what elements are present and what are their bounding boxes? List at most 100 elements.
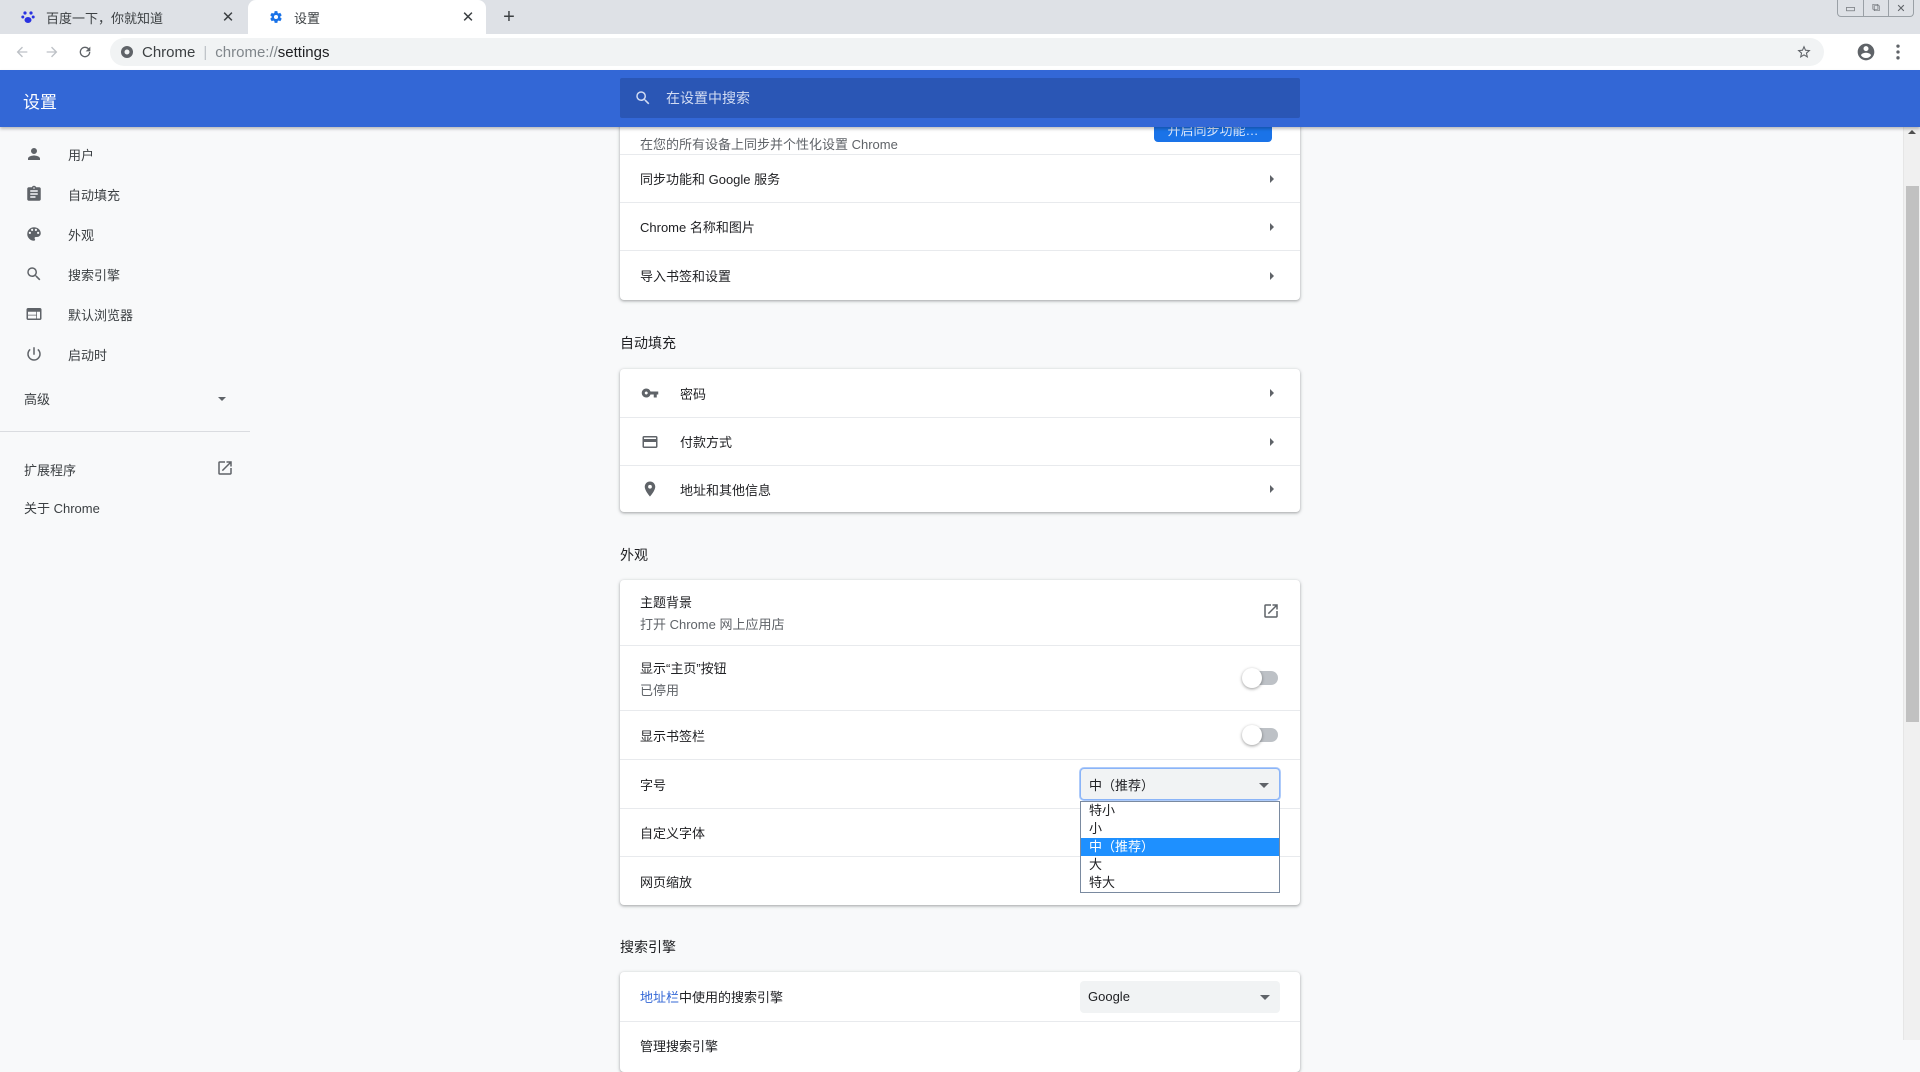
page-zoom-label: 网页缩放: [640, 874, 693, 890]
payment-methods-row[interactable]: 付款方式: [620, 417, 1300, 465]
sidebar-item-people[interactable]: 用户: [0, 134, 250, 174]
sidebar-advanced-toggle[interactable]: 高级: [24, 389, 230, 408]
sidebar-item-label: 默认浏览器: [68, 307, 134, 323]
new-tab-button[interactable]: +: [498, 6, 520, 28]
import-bookmarks-row[interactable]: 导入书签和设置: [620, 250, 1300, 300]
url-scheme: chrome://: [215, 43, 278, 61]
manage-search-engines-row[interactable]: 管理搜索引擎: [620, 1021, 1300, 1071]
more-vert-icon[interactable]: [1888, 42, 1908, 62]
window-controls: ▭ ⧉ ✕: [1837, 0, 1914, 17]
addresses-row[interactable]: 地址和其他信息: [620, 465, 1300, 512]
theme-text: 主题背景 打开 Chrome 网上应用店: [640, 592, 784, 633]
section-title-appearance: 外观: [620, 547, 648, 563]
close-tab-icon[interactable]: ✕: [220, 9, 236, 26]
scrollbar-thumb[interactable]: [1906, 186, 1919, 722]
gear-icon: [268, 9, 284, 25]
chrome-logo-icon: [120, 45, 134, 59]
sidebar-item-label: 外观: [68, 227, 95, 243]
arrow-right-icon: [1270, 174, 1274, 183]
credit-card-icon: [640, 432, 660, 452]
passwords-row[interactable]: 密码: [620, 369, 1300, 417]
dropdown-arrow-icon: [218, 396, 226, 401]
bookmarks-bar-row[interactable]: 显示书签栏: [620, 710, 1300, 759]
site-chip: Chrome: [142, 43, 196, 61]
theme-row[interactable]: 主题背景 打开 Chrome 网上应用店: [620, 580, 1300, 645]
close-tab-icon[interactable]: ✕: [460, 9, 476, 26]
forward-arrow-icon[interactable]: [42, 42, 62, 62]
baidu-paw-icon: [20, 9, 36, 25]
font-size-option[interactable]: 特大: [1081, 874, 1279, 892]
person-icon: [24, 144, 44, 164]
font-size-option-selected[interactable]: 中（推荐）: [1081, 838, 1279, 856]
chrome-name-picture-row[interactable]: Chrome 名称和图片: [620, 202, 1300, 250]
home-button-row[interactable]: 显示“主页”按钮 已停用: [620, 645, 1300, 710]
profile-avatar-icon[interactable]: [1856, 42, 1876, 62]
section-title-search-engine: 搜索引擎: [620, 939, 676, 955]
settings-header: 设置: [0, 70, 1920, 127]
row-label: 密码: [680, 386, 707, 402]
sidebar-item-autofill[interactable]: 自动填充: [0, 174, 250, 214]
tab-strip: 百度一下，你就知道 ✕ 设置 ✕ + ▭ ⧉ ✕: [0, 0, 1920, 34]
home-button-text: 显示“主页”按钮 已停用: [640, 658, 727, 699]
sidebar-item-label: 启动时: [68, 347, 108, 363]
tab-baidu[interactable]: 百度一下，你就知道 ✕: [0, 0, 246, 34]
tab-title: 百度一下，你就知道: [46, 10, 164, 26]
close-window-icon[interactable]: ✕: [1888, 0, 1913, 16]
sidebar-item-extensions[interactable]: 扩展程序: [24, 459, 234, 480]
address-bar[interactable]: Chrome | chrome:// settings: [110, 38, 1824, 66]
arrow-right-icon: [1270, 222, 1274, 231]
home-button-toggle[interactable]: [1242, 668, 1278, 688]
row-label: 导入书签和设置: [640, 269, 732, 284]
restore-icon[interactable]: ⧉: [1863, 0, 1888, 16]
bookmarks-bar-toggle[interactable]: [1242, 725, 1278, 745]
bookmark-star-icon[interactable]: [1796, 44, 1812, 60]
extensions-label: 扩展程序: [24, 463, 77, 478]
sidebar-divider: [0, 431, 250, 432]
manage-search-engines-label: 管理搜索引擎: [640, 1039, 719, 1054]
page-title: 设置: [23, 93, 57, 112]
sidebar-item-appearance[interactable]: 外观: [0, 214, 250, 254]
open-in-new-icon[interactable]: [1262, 602, 1280, 623]
advanced-label: 高级: [24, 392, 51, 407]
font-size-option[interactable]: 大: [1081, 856, 1279, 874]
font-size-option[interactable]: 小: [1081, 820, 1279, 838]
sidebar-item-on-startup[interactable]: 启动时: [0, 334, 250, 374]
row-label: 付款方式: [680, 435, 733, 450]
settings-search[interactable]: [620, 78, 1300, 118]
search-engine-card: 地址栏中使用的搜索引擎 Google 管理搜索引擎: [620, 972, 1300, 1072]
row-label: 同步功能和 Google 服务: [640, 172, 781, 187]
sidebar-item-about-chrome[interactable]: 关于 Chrome: [24, 498, 100, 517]
autofill-card: 密码 付款方式 地址和其他信息: [620, 369, 1300, 512]
sidebar-item-search-engine[interactable]: 搜索引擎: [0, 254, 250, 294]
home-button-label: 显示“主页”按钮: [640, 660, 727, 676]
minimize-icon[interactable]: ▭: [1838, 0, 1863, 16]
scroll-up-arrow-icon[interactable]: [1908, 130, 1916, 134]
bookmarks-bar-label: 显示书签栏: [640, 728, 706, 744]
sidebar-item-default-browser[interactable]: 默认浏览器: [0, 294, 250, 334]
font-size-dropdown-list: 特小 小 中（推荐） 大 特大: [1080, 801, 1280, 893]
page-scrollbar[interactable]: [1903, 127, 1920, 1040]
sync-services-row[interactable]: 同步功能和 Google 服务: [620, 154, 1300, 202]
font-size-value: 中（推荐）: [1089, 777, 1155, 793]
sync-subtitle: 在您的所有设备上同步并个性化设置 Chrome: [640, 136, 898, 152]
address-bar-link[interactable]: 地址栏: [640, 990, 679, 1005]
browser-window-icon: [24, 304, 44, 324]
tab-settings[interactable]: 设置 ✕: [248, 0, 486, 34]
home-button-status: 已停用: [640, 682, 680, 698]
font-size-select[interactable]: 中（推荐）: [1080, 768, 1280, 800]
back-arrow-icon[interactable]: [12, 42, 32, 62]
search-engine-select[interactable]: Google: [1080, 980, 1280, 1013]
custom-fonts-label: 自定义字体: [640, 826, 706, 841]
reload-icon[interactable]: [75, 42, 95, 62]
search-engine-label: 地址栏中使用的搜索引擎: [640, 987, 783, 1006]
section-title-autofill: 自动填充: [620, 335, 676, 351]
search-engine-row: 地址栏中使用的搜索引擎 Google: [620, 972, 1300, 1021]
url-path: settings: [277, 43, 330, 61]
search-input[interactable]: [666, 90, 1266, 106]
dropdown-arrow-icon: [1259, 783, 1269, 788]
font-size-option[interactable]: 特小: [1081, 802, 1279, 820]
font-size-label: 字号: [640, 777, 667, 793]
arrow-right-icon: [1270, 389, 1274, 397]
browser-toolbar: Chrome | chrome:// settings: [0, 34, 1920, 70]
row-label: 地址和其他信息: [680, 482, 772, 498]
